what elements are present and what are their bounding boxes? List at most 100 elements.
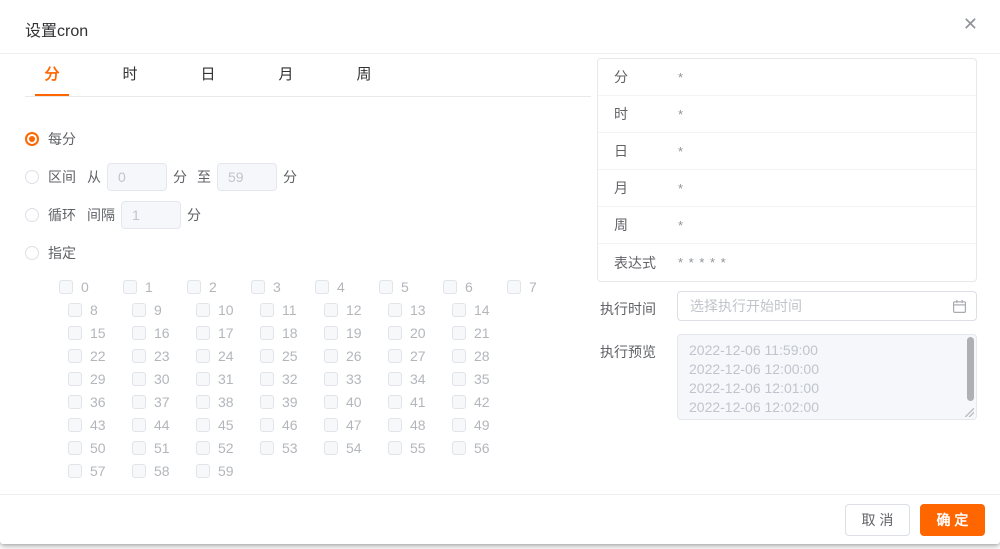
resize-grip-icon[interactable]: [965, 408, 974, 417]
checkbox-icon[interactable]: [452, 394, 466, 409]
minute-checkbox-2[interactable]: 2: [187, 279, 251, 295]
minute-checkbox-44[interactable]: 44: [132, 417, 196, 433]
checkbox-icon[interactable]: [68, 371, 82, 386]
checkbox-icon[interactable]: [187, 279, 201, 294]
checkbox-icon[interactable]: [251, 279, 265, 294]
checkbox-icon[interactable]: [196, 325, 210, 340]
minute-checkbox-16[interactable]: 16: [132, 325, 196, 341]
range-to-input[interactable]: [217, 163, 277, 191]
minute-checkbox-37[interactable]: 37: [132, 394, 196, 410]
execution-time-picker[interactable]: [677, 291, 977, 321]
checkbox-icon[interactable]: [196, 371, 210, 386]
minute-checkbox-20[interactable]: 20: [388, 325, 452, 341]
checkbox-icon[interactable]: [388, 394, 402, 409]
minute-checkbox-26[interactable]: 26: [324, 348, 388, 364]
minute-checkbox-9[interactable]: 9: [132, 302, 196, 318]
checkbox-icon[interactable]: [196, 348, 210, 363]
minute-checkbox-32[interactable]: 32: [260, 371, 324, 387]
minute-checkbox-51[interactable]: 51: [132, 440, 196, 456]
option-specify[interactable]: 指定: [25, 237, 591, 269]
checkbox-icon[interactable]: [388, 417, 402, 432]
tab[interactable]: 周: [347, 54, 381, 96]
checkbox-icon[interactable]: [452, 440, 466, 455]
minute-checkbox-5[interactable]: 5: [379, 279, 443, 295]
minute-checkbox-7[interactable]: 7: [507, 279, 571, 295]
checkbox-icon[interactable]: [132, 348, 146, 363]
scrollbar-thumb[interactable]: [967, 337, 974, 401]
minute-checkbox-0[interactable]: 0: [59, 279, 123, 295]
confirm-button[interactable]: 确 定: [920, 503, 985, 536]
checkbox-icon[interactable]: [196, 302, 210, 317]
minute-checkbox-48[interactable]: 48: [388, 417, 452, 433]
range-from-input[interactable]: [107, 163, 167, 191]
minute-checkbox-23[interactable]: 23: [132, 348, 196, 364]
checkbox-icon[interactable]: [196, 463, 210, 478]
minute-checkbox-25[interactable]: 25: [260, 348, 324, 364]
checkbox-icon[interactable]: [452, 348, 466, 363]
minute-checkbox-28[interactable]: 28: [452, 348, 516, 364]
checkbox-icon[interactable]: [388, 302, 402, 317]
minute-checkbox-39[interactable]: 39: [260, 394, 324, 410]
minute-checkbox-36[interactable]: 36: [68, 394, 132, 410]
checkbox-icon[interactable]: [324, 371, 338, 386]
minute-checkbox-47[interactable]: 47: [324, 417, 388, 433]
checkbox-icon[interactable]: [388, 371, 402, 386]
checkbox-icon[interactable]: [260, 371, 274, 386]
checkbox-icon[interactable]: [388, 440, 402, 455]
checkbox-icon[interactable]: [443, 279, 457, 294]
minute-checkbox-24[interactable]: 24: [196, 348, 260, 364]
option-range[interactable]: 区间 从 分 至 分: [25, 161, 591, 193]
minute-checkbox-49[interactable]: 49: [452, 417, 516, 433]
minute-checkbox-21[interactable]: 21: [452, 325, 516, 341]
checkbox-icon[interactable]: [324, 348, 338, 363]
minute-checkbox-6[interactable]: 6: [443, 279, 507, 295]
checkbox-icon[interactable]: [324, 440, 338, 455]
radio-icon[interactable]: [25, 132, 39, 146]
radio-icon[interactable]: [25, 170, 39, 184]
minute-checkbox-53[interactable]: 53: [260, 440, 324, 456]
checkbox-icon[interactable]: [452, 325, 466, 340]
option-interval[interactable]: 循环 间隔 分: [25, 199, 591, 231]
checkbox-icon[interactable]: [260, 417, 274, 432]
checkbox-icon[interactable]: [452, 371, 466, 386]
minute-checkbox-46[interactable]: 46: [260, 417, 324, 433]
checkbox-icon[interactable]: [324, 417, 338, 432]
minute-checkbox-43[interactable]: 43: [68, 417, 132, 433]
checkbox-icon[interactable]: [260, 325, 274, 340]
tab[interactable]: 分: [35, 54, 69, 96]
minute-checkbox-1[interactable]: 1: [123, 279, 187, 295]
minute-checkbox-31[interactable]: 31: [196, 371, 260, 387]
checkbox-icon[interactable]: [68, 325, 82, 340]
minute-checkbox-56[interactable]: 56: [452, 440, 516, 456]
checkbox-icon[interactable]: [260, 348, 274, 363]
checkbox-icon[interactable]: [68, 348, 82, 363]
checkbox-icon[interactable]: [132, 440, 146, 455]
minute-checkbox-50[interactable]: 50: [68, 440, 132, 456]
checkbox-icon[interactable]: [68, 394, 82, 409]
checkbox-icon[interactable]: [260, 440, 274, 455]
checkbox-icon[interactable]: [260, 394, 274, 409]
tab[interactable]: 日: [191, 54, 225, 96]
minute-checkbox-12[interactable]: 12: [324, 302, 388, 318]
minute-checkbox-45[interactable]: 45: [196, 417, 260, 433]
checkbox-icon[interactable]: [132, 394, 146, 409]
minute-checkbox-27[interactable]: 27: [388, 348, 452, 364]
minute-checkbox-55[interactable]: 55: [388, 440, 452, 456]
calendar-icon[interactable]: [952, 299, 967, 314]
checkbox-icon[interactable]: [68, 417, 82, 432]
minute-checkbox-13[interactable]: 13: [388, 302, 452, 318]
cancel-button[interactable]: 取 消: [845, 503, 910, 536]
minute-checkbox-22[interactable]: 22: [68, 348, 132, 364]
minute-checkbox-57[interactable]: 57: [68, 463, 132, 479]
checkbox-icon[interactable]: [315, 279, 329, 294]
minute-checkbox-19[interactable]: 19: [324, 325, 388, 341]
minute-checkbox-34[interactable]: 34: [388, 371, 452, 387]
minute-checkbox-4[interactable]: 4: [315, 279, 379, 295]
minute-checkbox-29[interactable]: 29: [68, 371, 132, 387]
checkbox-icon[interactable]: [196, 417, 210, 432]
checkbox-icon[interactable]: [59, 279, 73, 294]
checkbox-icon[interactable]: [68, 463, 82, 478]
checkbox-icon[interactable]: [196, 440, 210, 455]
interval-input[interactable]: [121, 201, 181, 229]
checkbox-icon[interactable]: [196, 394, 210, 409]
